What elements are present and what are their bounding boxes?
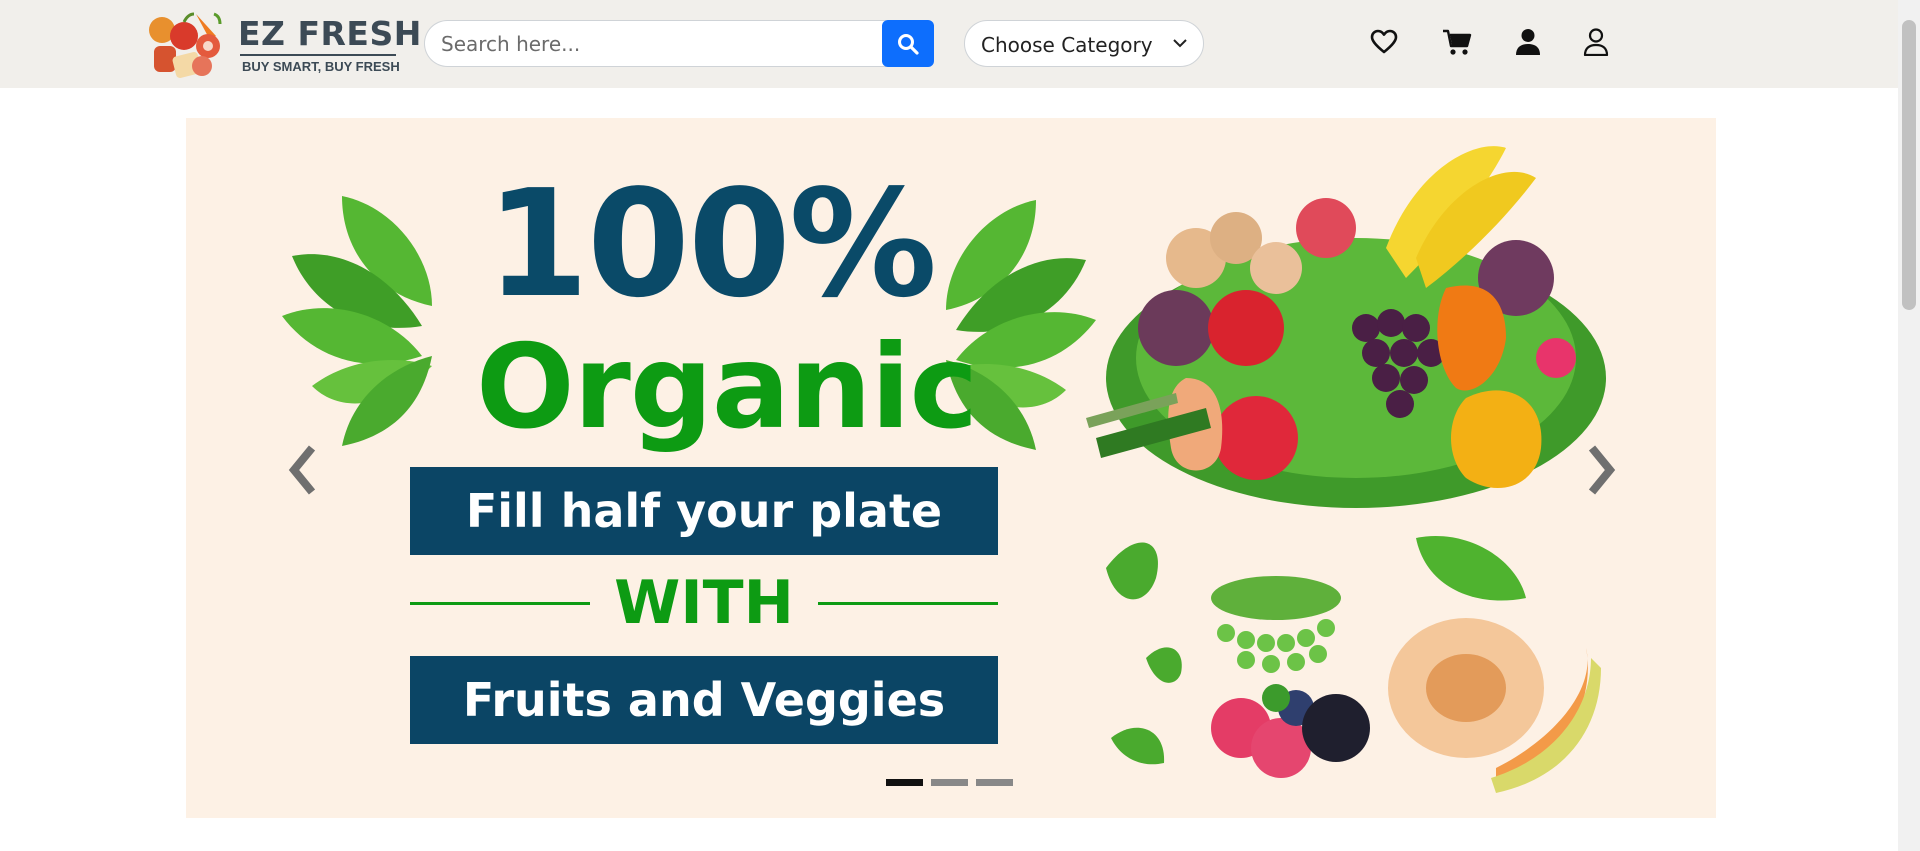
hero-connector: WITH	[614, 568, 794, 638]
scrollbar-thumb[interactable]	[1902, 20, 1916, 310]
brand-logo[interactable]: EZ FRESH BUY SMART, BUY FRESH	[144, 6, 421, 84]
category-select[interactable]: Choose Category	[964, 20, 1204, 67]
user-outline-icon	[1583, 28, 1609, 56]
carousel-indicator-3[interactable]	[976, 779, 1013, 786]
hero-headline: 100%	[486, 158, 937, 330]
brand-tagline: BUY SMART, BUY FRESH	[242, 59, 400, 74]
user-filled-icon	[1516, 29, 1540, 55]
search-input[interactable]	[424, 20, 886, 67]
heart-icon	[1370, 29, 1398, 54]
connector-line-right	[818, 602, 998, 605]
carousel-indicator-1[interactable]	[886, 779, 923, 786]
leaves-left-decoration	[282, 196, 432, 446]
hero-subheadline: Organic	[476, 320, 978, 455]
profile-button[interactable]	[1580, 26, 1612, 58]
chevron-right-icon	[1588, 445, 1616, 495]
hero-band-top: Fill half your plate	[410, 467, 998, 555]
fruits-vegetables-image	[1086, 146, 1606, 793]
produce-basket-logo-icon	[149, 12, 222, 78]
hero-carousel: 100% Organic Fill half your plate WITH F…	[186, 118, 1716, 818]
brand-name: EZ FRESH	[238, 14, 422, 53]
chevron-down-icon	[1173, 39, 1187, 48]
carousel-indicators	[886, 779, 1013, 786]
hero-band-bottom: Fruits and Veggies	[410, 656, 998, 744]
carousel-next-button[interactable]	[1580, 442, 1620, 498]
category-select-value: Choose Category	[981, 33, 1153, 57]
brand-divider	[240, 54, 396, 56]
chevron-left-icon	[288, 445, 316, 495]
search-bar	[424, 20, 934, 67]
cart-button[interactable]	[1441, 26, 1473, 58]
hero-connector-row: WITH	[410, 568, 998, 638]
account-button[interactable]	[1512, 26, 1544, 58]
search-icon	[898, 33, 919, 55]
connector-line-left	[410, 602, 590, 605]
carousel-indicator-2[interactable]	[931, 779, 968, 786]
carousel-prev-button[interactable]	[284, 442, 324, 498]
search-button[interactable]	[882, 20, 934, 67]
wishlist-button[interactable]	[1368, 26, 1400, 58]
cart-icon	[1443, 29, 1472, 55]
top-navbar: EZ FRESH BUY SMART, BUY FRESH Choose Cat…	[0, 0, 1898, 88]
